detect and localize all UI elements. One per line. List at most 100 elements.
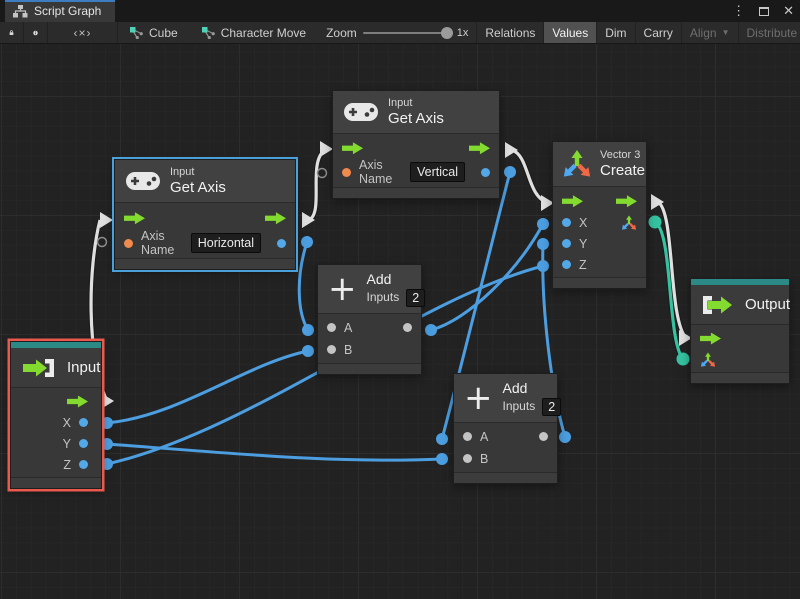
flow-row xyxy=(11,391,101,412)
node-get-axis-horizontal[interactable]: Input Get Axis Axis Name Horizontal xyxy=(114,159,296,270)
node-title: Output xyxy=(745,296,790,314)
port-row-b: B xyxy=(454,448,557,470)
port-row-z: Z xyxy=(553,254,646,275)
input-port-dot[interactable] xyxy=(463,432,472,441)
port-label: B xyxy=(344,343,352,357)
toggle-carry[interactable]: Carry xyxy=(635,22,681,43)
flow-out-arrow-icon[interactable] xyxy=(265,212,286,224)
zoom-slider[interactable] xyxy=(363,32,451,34)
node-footer xyxy=(454,472,557,483)
port-row-x: X xyxy=(553,212,646,233)
inputs-count-field[interactable]: 2 xyxy=(542,398,561,416)
gamepad-icon xyxy=(126,171,160,191)
float-port-dot[interactable] xyxy=(562,218,571,227)
flow-in-arrow-icon[interactable] xyxy=(562,195,583,207)
flow-out-arrow-icon[interactable] xyxy=(469,142,490,154)
zoom-slider-handle[interactable] xyxy=(441,27,453,39)
output-port-dot[interactable] xyxy=(539,432,548,441)
wire-input-x-to-add1-b[interactable] xyxy=(107,351,308,423)
wire-horizontal-value-to-add1-a[interactable] xyxy=(299,242,308,330)
param-label: Axis Name xyxy=(359,158,402,186)
port-label: Y xyxy=(63,437,71,451)
node-get-axis-vertical[interactable]: Input Get Axis Axis Name Vertical xyxy=(332,90,500,199)
gamepad-icon xyxy=(344,102,378,122)
node-output-event[interactable]: Output xyxy=(690,278,790,384)
float-port-dot[interactable] xyxy=(277,239,286,248)
code-view-button[interactable]: ‹×› xyxy=(48,22,118,43)
flow-in-arrow-icon[interactable] xyxy=(700,333,721,345)
tab-script-graph[interactable]: Script Graph xyxy=(5,0,115,22)
flow-row xyxy=(115,206,295,230)
node-footer xyxy=(553,277,646,288)
node-title: Get Axis xyxy=(170,179,226,197)
node-footer xyxy=(333,187,499,198)
node-add-2[interactable]: + Add Inputs 2 A B xyxy=(453,373,558,484)
port-row-y: Y xyxy=(553,233,646,254)
node-title: Create xyxy=(600,162,645,180)
node-vector3-create[interactable]: Vector 3 Create X xyxy=(552,141,647,289)
breadcrumb-cube[interactable]: Cube xyxy=(118,22,190,43)
float-port-dot[interactable] xyxy=(79,418,88,427)
info-button[interactable] xyxy=(24,22,48,43)
string-port-dot[interactable] xyxy=(124,239,133,248)
vector3-output-port-icon[interactable] xyxy=(621,215,637,231)
param-label: Axis Name xyxy=(141,229,183,257)
flow-in-arrow-icon[interactable] xyxy=(124,212,145,224)
flow-row xyxy=(333,137,499,159)
flow-in-arrow-icon[interactable] xyxy=(342,142,363,154)
dropdown-align[interactable]: Align ▼ xyxy=(681,22,738,43)
breadcrumb-character-move[interactable]: Character Move xyxy=(190,22,318,43)
vector3-input-port-icon[interactable] xyxy=(700,352,716,368)
flow-out-arrow-icon[interactable] xyxy=(616,195,637,207)
toggle-relations[interactable]: Relations xyxy=(476,22,543,43)
port-label: Y xyxy=(579,237,587,251)
input-port-dot[interactable] xyxy=(463,454,472,463)
add-icon: + xyxy=(464,385,493,411)
event-input-icon xyxy=(21,357,57,379)
axis-name-field[interactable]: Vertical xyxy=(410,162,465,182)
port-label: B xyxy=(480,452,488,466)
node-input-event[interactable]: Input X Y Z xyxy=(10,341,102,489)
float-port-dot[interactable] xyxy=(481,168,490,177)
maximize-icon[interactable] xyxy=(759,7,769,16)
menu-icon[interactable]: ⋮ xyxy=(732,0,745,22)
graph-toolbar: ‹×› Cube Character Move Zoom xyxy=(0,22,800,44)
output-port-dot[interactable] xyxy=(403,323,412,332)
wire-getaxis-vertical-to-vector3-create[interactable] xyxy=(512,150,548,203)
string-port-dot[interactable] xyxy=(342,168,351,177)
script-graph-icon xyxy=(13,5,28,18)
node-category: Input xyxy=(388,96,444,110)
chevron-down-icon: ▼ xyxy=(722,28,730,37)
graph-canvas[interactable]: Input Get Axis Axis Name Vertical xyxy=(0,44,800,599)
close-icon[interactable]: ✕ xyxy=(783,0,794,22)
node-header: + Add Inputs 2 xyxy=(454,374,557,423)
input-port-dot[interactable] xyxy=(327,323,336,332)
input-port-dot[interactable] xyxy=(327,345,336,354)
port-label: A xyxy=(480,430,488,444)
port-row-z: Z xyxy=(11,454,101,475)
float-port-dot[interactable] xyxy=(562,239,571,248)
add-icon: + xyxy=(328,276,357,302)
tab-title: Script Graph xyxy=(34,4,101,18)
flow-row xyxy=(691,328,789,349)
lock-button[interactable] xyxy=(0,22,24,43)
axis-name-field[interactable]: Horizontal xyxy=(191,233,261,253)
graph-asset-icon xyxy=(202,27,215,39)
event-output-icon xyxy=(701,294,735,316)
toggle-dim[interactable]: Dim xyxy=(596,22,634,43)
flow-out-arrow-icon[interactable] xyxy=(67,396,88,408)
toggle-values[interactable]: Values xyxy=(543,22,596,43)
float-port-dot[interactable] xyxy=(79,460,88,469)
wire-input-y-to-add2-b[interactable] xyxy=(107,444,442,460)
node-add-1[interactable]: + Add Inputs 2 A B xyxy=(317,264,422,375)
float-port-dot[interactable] xyxy=(562,260,571,269)
node-title: Add xyxy=(503,380,562,397)
node-footer xyxy=(11,477,101,488)
inputs-count-field[interactable]: 2 xyxy=(406,289,425,307)
float-port-dot[interactable] xyxy=(79,439,88,448)
window-controls: ⋮ ✕ xyxy=(732,0,794,22)
active-tab-accent xyxy=(5,0,115,2)
wire-add1-sum-to-vector3-x[interactable] xyxy=(431,224,543,330)
dropdown-distribute[interactable]: Distribute ▼ xyxy=(738,22,800,43)
zoom-control: Zoom 1x xyxy=(318,22,476,43)
